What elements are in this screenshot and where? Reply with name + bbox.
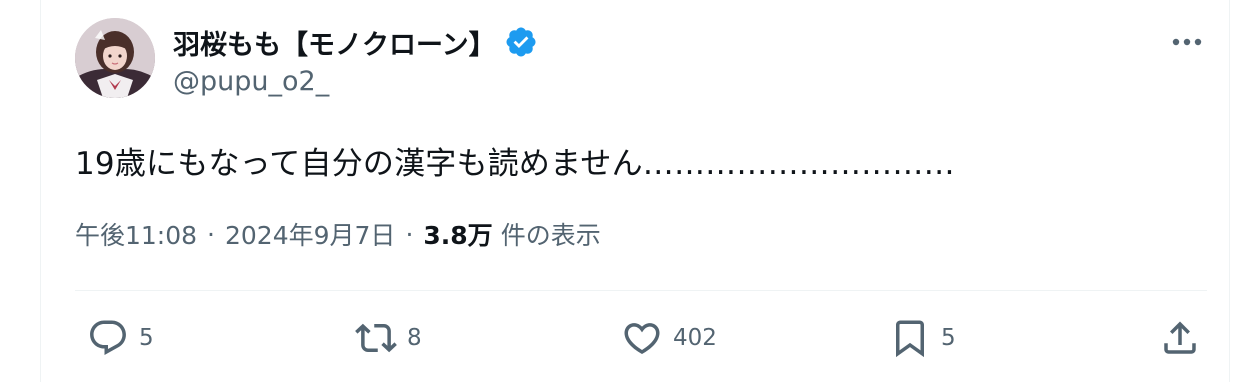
author-avatar[interactable]: [75, 18, 155, 98]
reply-count: 5: [139, 325, 154, 351]
reply-button[interactable]: 5: [87, 310, 154, 366]
heart-icon: [624, 323, 660, 355]
share-icon: [1164, 321, 1196, 354]
author-name-row: 羽桜もも【モノクローン】: [173, 22, 538, 62]
author-handle[interactable]: @pupu_o2_: [173, 66, 329, 97]
bookmark-count: 5: [941, 325, 956, 351]
tweet-text: 19歳にもなって自分の漢字も読めません…………………………: [75, 146, 955, 182]
like-count: 402: [673, 325, 717, 351]
views-count[interactable]: 3.8万: [423, 216, 492, 252]
reply-icon: [90, 320, 126, 355]
share-button[interactable]: [1159, 310, 1201, 366]
more-options-button[interactable]: [1167, 24, 1207, 60]
tweet-card: 羽桜もも【モノクローン】 @pupu_o2_ 19歳にもなって自分の漢字も読めま…: [40, 0, 1230, 382]
more-horizontal-icon: [1172, 38, 1202, 46]
tweet-date[interactable]: 2024年9月7日: [225, 216, 395, 252]
meta-separator: ·: [207, 219, 215, 249]
divider: [75, 290, 1207, 291]
retweet-icon: [355, 323, 397, 353]
retweet-count: 8: [407, 325, 422, 351]
action-bar: 5 8 402 5: [75, 310, 1205, 366]
bookmark-icon: [896, 320, 924, 358]
avatar-photo: [75, 18, 155, 98]
verified-badge-icon[interactable]: [504, 25, 538, 59]
meta-separator: ·: [405, 219, 414, 249]
retweet-button[interactable]: 8: [355, 310, 422, 366]
views-label[interactable]: 件の表示: [501, 216, 601, 252]
like-button[interactable]: 402: [621, 310, 717, 366]
tweet-meta: 午後11:08 · 2024年9月7日 · 3.8万 件の表示: [75, 216, 601, 252]
tweet-time[interactable]: 午後11:08: [75, 216, 197, 252]
bookmark-button[interactable]: 5: [889, 310, 956, 366]
author-display-name[interactable]: 羽桜もも【モノクローン】: [173, 23, 496, 62]
